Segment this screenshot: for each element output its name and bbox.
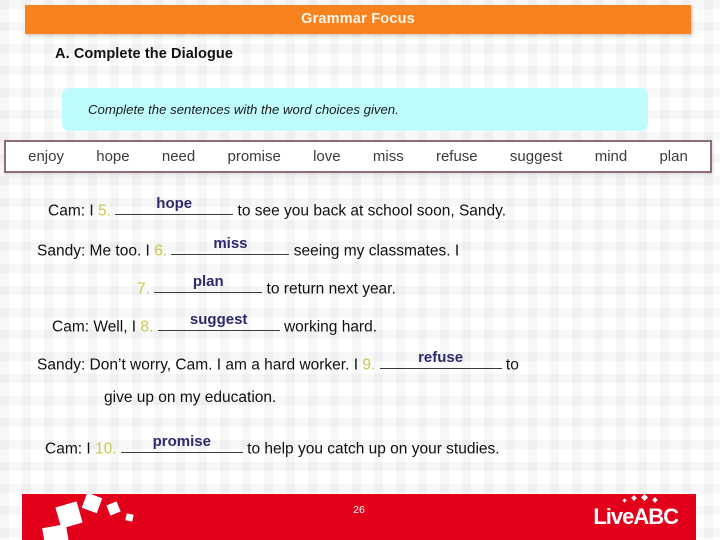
dialogue-speaker-text: Sandy: Don’t worry, Cam. I am a hard wor… — [37, 356, 363, 374]
answer-word: promise — [152, 433, 211, 451]
dialogue-trailing-text: seeing my classmates. I — [289, 242, 460, 260]
answer-blank[interactable]: plan — [154, 273, 263, 294]
section-heading: A. Complete the Dialogue — [55, 46, 234, 62]
word-bank-item[interactable]: plan — [659, 148, 687, 165]
blank-number: 7. — [137, 280, 150, 298]
dialogue-speaker-text: Cam: I — [48, 202, 98, 220]
dialogue-line: Cam: Well, I 8. suggest working hard. — [52, 311, 378, 336]
dialogue-speaker-text: Cam: I — [45, 440, 95, 458]
word-bank-item[interactable]: suggest — [510, 148, 563, 165]
answer-blank[interactable]: suggest — [157, 311, 280, 332]
answer-word: suggest — [189, 311, 248, 329]
logo-text: LiveABC — [593, 504, 679, 529]
answer-blank[interactable]: refuse — [379, 349, 502, 370]
dialogue-trailing-text: to — [501, 356, 519, 374]
word-bank-item[interactable]: promise — [227, 148, 280, 165]
dialogue-line: Sandy: Me too. I 6. miss seeing my class… — [37, 235, 460, 260]
header-bar: Grammar Focus — [25, 5, 691, 34]
page-title: Grammar Focus — [301, 11, 415, 27]
dialogue-line: give up on my education. — [104, 390, 276, 406]
dialogue-speaker-text: Sandy: Me too. I — [37, 242, 155, 260]
word-bank-item[interactable]: refuse — [436, 148, 478, 165]
dialogue-trailing-text: working hard. — [279, 318, 378, 336]
decorative-square — [42, 524, 70, 540]
dialogue-speaker-text: Cam: Well, I — [52, 318, 141, 336]
blank-number: 6. — [154, 242, 168, 260]
blank-number: 8. — [140, 318, 154, 336]
answer-blank[interactable]: promise — [120, 433, 243, 454]
blank-number: 5. — [97, 202, 111, 220]
blank-number: 10. — [94, 440, 117, 458]
word-bank-item[interactable]: love — [313, 148, 341, 165]
word-bank-item[interactable]: hope — [96, 148, 129, 165]
word-bank-item[interactable]: miss — [373, 148, 404, 165]
instruction-text: Complete the sentences with the word cho… — [88, 102, 399, 117]
answer-blank[interactable]: hope — [115, 195, 234, 216]
dialogue-line: 7. plan to return next year. — [137, 273, 396, 298]
word-bank-item[interactable]: mind — [595, 148, 628, 165]
dialogue-line: Sandy: Don’t worry, Cam. I am a hard wor… — [37, 349, 519, 374]
dialogue-trailing-text: to help you catch up on your studies. — [242, 440, 500, 458]
word-bank-list: enjoy hope need promise love miss refuse sugges… — [6, 148, 710, 165]
dialogue-line: Cam: I 10. promise to help you catch up … — [45, 433, 500, 458]
dialogue-line: Cam: I 5. hope to see you back at school… — [48, 195, 507, 220]
blank-number: 9. — [362, 356, 376, 374]
answer-word: refuse — [418, 349, 464, 367]
word-bank: enjoy hope need promise love miss refuse sugges… — [4, 140, 712, 173]
answer-word: plan — [192, 273, 224, 291]
word-bank-item[interactable]: need — [162, 148, 195, 165]
dialogue-speaker-text: give up on my education. — [104, 389, 277, 406]
sparkle-icon — [621, 494, 663, 504]
dialogue-trailing-text: to see you back at school soon, Sandy. — [233, 202, 507, 220]
footer-bar: 26 LiveABC — [22, 494, 696, 540]
slide-content: Grammar Focus A. Complete the Dialogue C… — [0, 0, 720, 540]
instruction-box: Complete the sentences with the word cho… — [62, 88, 648, 131]
answer-word: miss — [213, 235, 248, 253]
liveabc-logo: LiveABC — [593, 494, 679, 532]
dialogue-trailing-text: to return next year. — [262, 280, 396, 298]
answer-blank[interactable]: miss — [171, 235, 290, 256]
answer-word: hope — [156, 195, 193, 213]
word-bank-item[interactable]: enjoy — [28, 148, 64, 165]
